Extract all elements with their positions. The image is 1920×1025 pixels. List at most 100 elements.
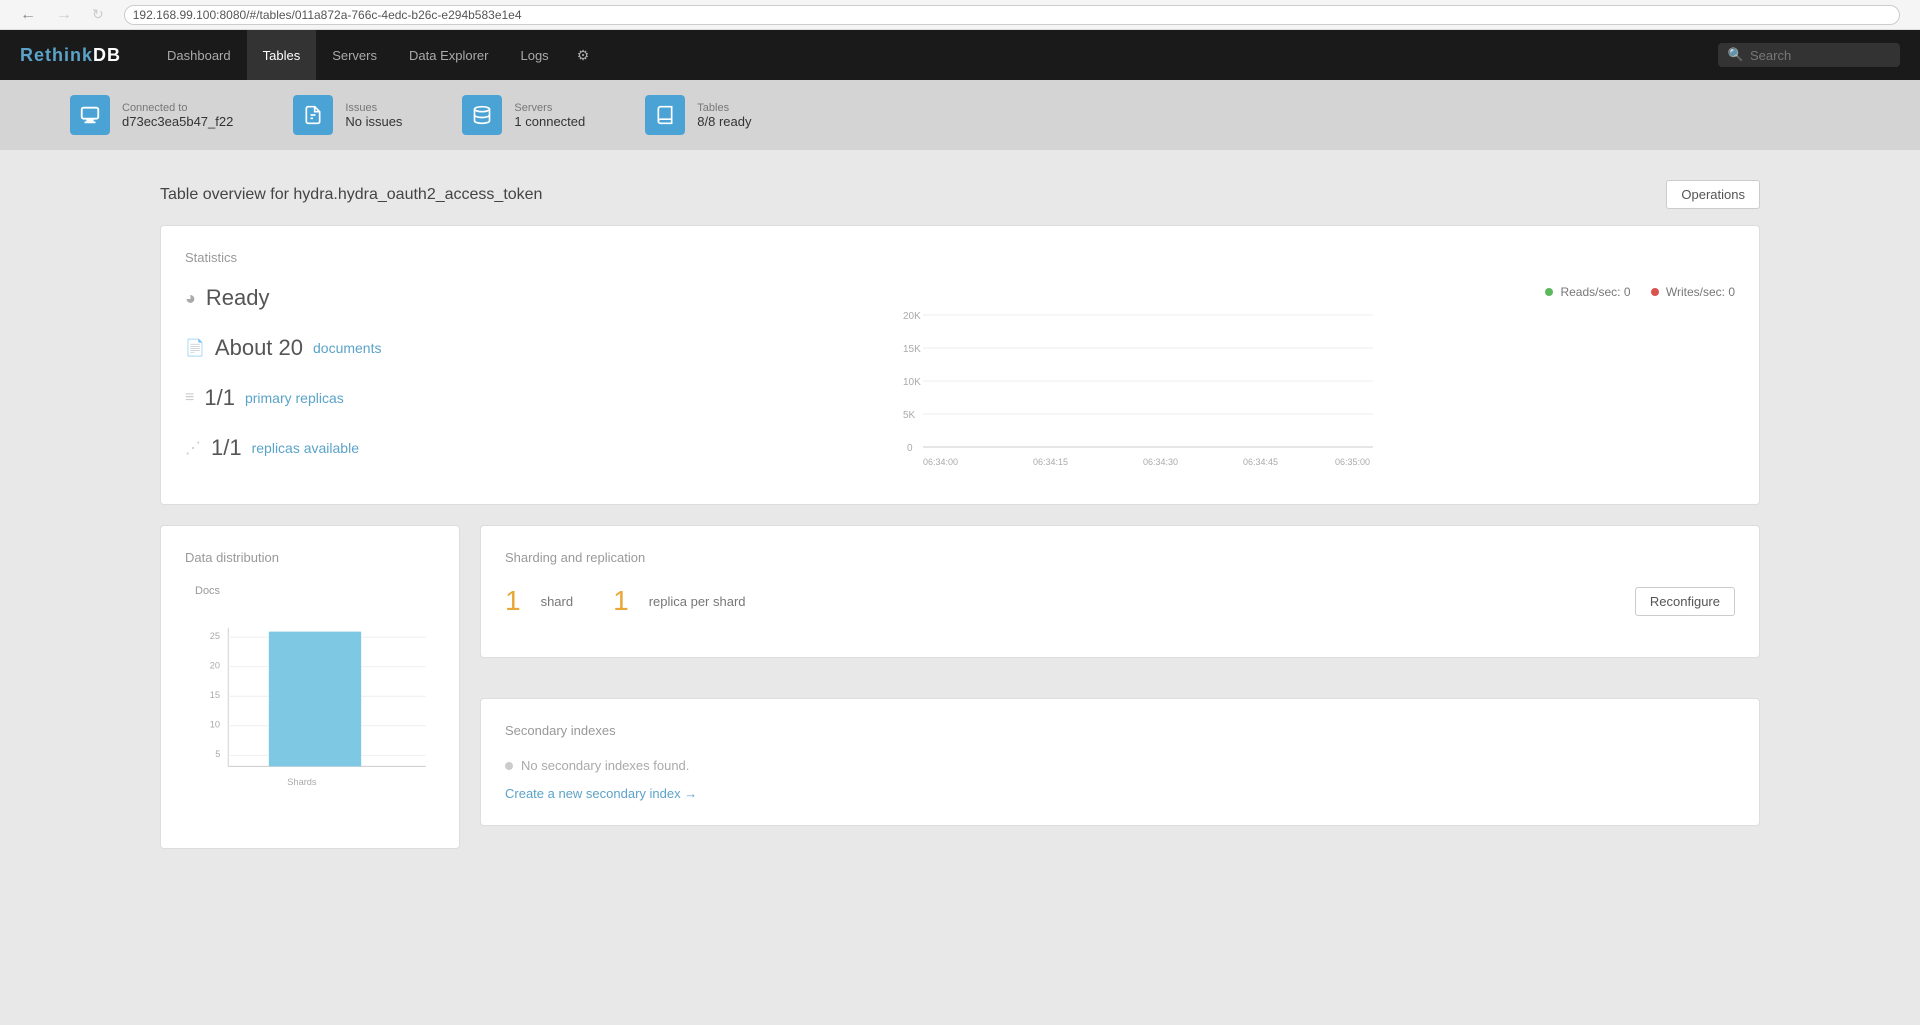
brand-logo: RethinkDB — [20, 45, 121, 66]
secondary-indexes-card: Secondary indexes No secondary indexes f… — [480, 698, 1760, 826]
no-indexes-row: No secondary indexes found. — [505, 758, 1735, 773]
chart-legend: Reads/sec: 0 Writes/sec: 0 — [515, 285, 1735, 299]
operations-button[interactable]: Operations — [1666, 180, 1760, 209]
svg-text:5: 5 — [215, 749, 220, 759]
issues-text: Issues No issues — [345, 102, 402, 129]
nav-dashboard[interactable]: Dashboard — [151, 30, 247, 80]
signal-icon: ◕ — [185, 288, 196, 309]
issues-value: No issues — [345, 114, 402, 129]
statistics-title: Statistics — [185, 250, 1735, 265]
nav-logs[interactable]: Logs — [504, 30, 564, 80]
replicas-available-count: 1/1 — [211, 435, 242, 461]
primary-replicas-stat: ≡ 1/1 primary replicas — [185, 385, 485, 411]
url-input[interactable]: 192.168.99.100:8080/#/tables/011a872a-76… — [124, 5, 1900, 25]
svg-text:06:34:00: 06:34:00 — [923, 457, 958, 467]
svg-text:15: 15 — [210, 690, 220, 700]
reload-button[interactable]: ↻ — [92, 6, 104, 23]
nav-links: Dashboard Tables Servers Data Explorer L… — [151, 30, 565, 80]
reads-label: Reads/sec: 0 — [1560, 285, 1630, 299]
stats-left: ◕ Ready 📄 About 20 documents ≡ 1/1 prima… — [185, 285, 485, 480]
documents-count: About 20 — [215, 335, 303, 361]
shard-count: 1 — [505, 585, 521, 617]
document-icon: 📄 — [185, 338, 205, 358]
sharding-card: Sharding and replication 1 shard 1 repli… — [480, 525, 1760, 658]
documents-link[interactable]: documents — [313, 340, 381, 356]
svg-text:06:35:00: 06:35:00 — [1335, 457, 1370, 467]
page-title-row: Table overview for hydra.hydra_oauth2_ac… — [160, 180, 1760, 209]
documents-stat: 📄 About 20 documents — [185, 335, 485, 361]
docs-label: Docs — [195, 585, 435, 597]
statistics-card: Statistics ◕ Ready 📄 About 20 documents … — [160, 225, 1760, 505]
url-bar: ← → ↻ 192.168.99.100:8080/#/tables/011a8… — [0, 0, 1920, 30]
svg-text:Shards: Shards — [287, 777, 317, 787]
writes-legend: Writes/sec: 0 — [1651, 285, 1735, 299]
tables-text: Tables 8/8 ready — [697, 102, 751, 129]
servers-value: 1 connected — [514, 114, 585, 129]
replicas-available-link[interactable]: replicas available — [252, 440, 359, 456]
connected-label: Connected to — [122, 102, 233, 114]
search-box: 🔍 — [1718, 43, 1900, 67]
reconfigure-button[interactable]: Reconfigure — [1635, 587, 1735, 616]
settings-gear-icon[interactable]: ⚙ — [565, 30, 602, 80]
search-icon: 🔍 — [1728, 47, 1744, 63]
issues-status: Issues No issues — [263, 95, 432, 135]
svg-text:10K: 10K — [903, 377, 921, 388]
sharding-title: Sharding and replication — [505, 550, 1735, 565]
servers-text: Servers 1 connected — [514, 102, 585, 129]
forward-button[interactable]: → — [56, 6, 72, 24]
line-chart: 20K 15K 10K 5K 0 06:34:00 06:34:15 — [515, 307, 1735, 477]
svg-text:20K: 20K — [903, 311, 921, 322]
connected-to-text: Connected to d73ec3ea5b47_f22 — [122, 102, 233, 129]
search-input[interactable] — [1750, 48, 1890, 63]
issues-icon — [293, 95, 333, 135]
secondary-indexes-title: Secondary indexes — [505, 723, 1735, 738]
reads-dot — [1545, 288, 1553, 296]
bottom-row: Data distribution Docs 25 20 15 10 5 — [160, 525, 1760, 869]
page-title: Table overview for hydra.hydra_oauth2_ac… — [160, 186, 542, 204]
ready-text: Ready — [206, 285, 270, 311]
create-index-link[interactable]: Create a new secondary index → — [505, 786, 697, 801]
svg-text:06:34:45: 06:34:45 — [1243, 457, 1278, 467]
nav-tables[interactable]: Tables — [247, 30, 317, 80]
replicas-available-stat: ⋰ 1/1 replicas available — [185, 435, 485, 461]
nav-servers[interactable]: Servers — [316, 30, 393, 80]
nav-data-explorer[interactable]: Data Explorer — [393, 30, 504, 80]
tables-icon — [645, 95, 685, 135]
issues-label: Issues — [345, 102, 402, 114]
replica-label: replica per shard — [649, 594, 746, 609]
bar-chart-wrapper: Docs 25 20 15 10 5 — [185, 585, 435, 824]
connected-value: d73ec3ea5b47_f22 — [122, 114, 233, 129]
stats-layout: ◕ Ready 📄 About 20 documents ≡ 1/1 prima… — [185, 285, 1735, 480]
no-indexes-text: No secondary indexes found. — [521, 758, 689, 773]
tables-status: Tables 8/8 ready — [615, 95, 781, 135]
layers-icon: ≡ — [185, 389, 194, 407]
svg-text:15K: 15K — [903, 344, 921, 355]
connected-icon — [70, 95, 110, 135]
tables-value: 8/8 ready — [697, 114, 751, 129]
svg-text:06:34:30: 06:34:30 — [1143, 457, 1178, 467]
reads-legend: Reads/sec: 0 — [1545, 285, 1630, 299]
svg-text:06:34:15: 06:34:15 — [1033, 457, 1068, 467]
status-bar: Connected to d73ec3ea5b47_f22 Issues No … — [0, 80, 1920, 150]
main-content: Table overview for hydra.hydra_oauth2_ac… — [0, 150, 1920, 899]
svg-text:20: 20 — [210, 661, 220, 671]
back-button[interactable]: ← — [20, 6, 36, 24]
data-distribution-card: Data distribution Docs 25 20 15 10 5 — [160, 525, 460, 849]
shard-info: 1 shard 1 replica per shard Reconfigure — [505, 585, 1735, 617]
servers-label: Servers — [514, 102, 585, 114]
navbar: RethinkDB Dashboard Tables Servers Data … — [0, 30, 1920, 80]
svg-text:25: 25 — [210, 631, 220, 641]
data-distribution-title: Data distribution — [185, 550, 435, 565]
primary-replicas-link[interactable]: primary replicas — [245, 390, 344, 406]
gray-dot-icon — [505, 762, 513, 770]
sharding-column: Sharding and replication 1 shard 1 repli… — [480, 525, 1760, 869]
grid-icon: ⋰ — [185, 438, 201, 458]
shard-label: shard — [541, 594, 574, 609]
tables-label: Tables — [697, 102, 751, 114]
connected-to-status: Connected to d73ec3ea5b47_f22 — [40, 95, 263, 135]
replicas-count: 1/1 — [204, 385, 235, 411]
svg-text:0: 0 — [907, 443, 913, 454]
svg-text:10: 10 — [210, 720, 220, 730]
writes-dot — [1651, 288, 1659, 296]
ready-status: ◕ Ready — [185, 285, 485, 311]
